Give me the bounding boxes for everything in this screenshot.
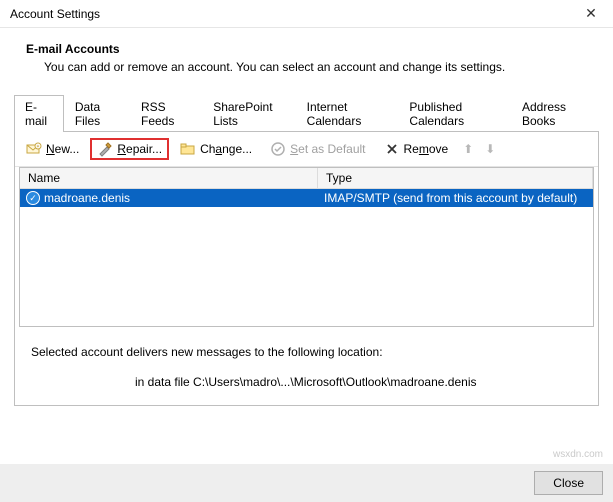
set-as-default-label: Set as Default xyxy=(290,142,365,156)
row-name-text: madroane.denis xyxy=(44,191,130,205)
column-name[interactable]: Name xyxy=(20,168,318,188)
new-mail-icon: ✶ xyxy=(26,141,42,157)
remove-x-icon xyxy=(384,141,400,157)
delivery-path: in data file C:\Users\madro\...\Microsof… xyxy=(15,363,598,405)
set-as-default-button[interactable]: Set as Default xyxy=(263,138,372,160)
change-folder-icon xyxy=(180,141,196,157)
delivery-info-label: Selected account delivers new messages t… xyxy=(15,335,598,363)
tab-address-books[interactable]: Address Books xyxy=(511,95,599,132)
tab-published-calendars[interactable]: Published Calendars xyxy=(398,95,511,132)
tabs-container: E-mail Data Files RSS Feeds SharePoint L… xyxy=(0,94,613,132)
move-up-button[interactable]: ⬆ xyxy=(459,142,477,156)
arrow-up-icon: ⬆ xyxy=(463,142,473,156)
column-type[interactable]: Type xyxy=(318,168,593,188)
tab-rss-feeds[interactable]: RSS Feeds xyxy=(130,95,202,132)
table-row[interactable]: ✓ madroane.denis IMAP/SMTP (send from th… xyxy=(20,189,593,207)
window-title: Account Settings xyxy=(10,7,100,21)
accounts-grid: Name Type ✓ madroane.denis IMAP/SMTP (se… xyxy=(19,167,594,327)
repair-label: Repair... xyxy=(117,142,162,156)
toolbar: ✶ New... Repair... Change... Set as Defa… xyxy=(15,132,598,167)
arrow-down-icon: ⬇ xyxy=(485,142,495,156)
repair-button[interactable]: Repair... xyxy=(90,138,169,160)
header-subtitle: You can add or remove an account. You ca… xyxy=(26,60,587,74)
grid-header: Name Type xyxy=(20,168,593,189)
new-label: New... xyxy=(46,142,79,156)
close-icon: ✕ xyxy=(585,5,597,22)
tabs: E-mail Data Files RSS Feeds SharePoint L… xyxy=(14,94,599,132)
header-title: E-mail Accounts xyxy=(26,42,587,56)
repair-tools-icon xyxy=(97,141,113,157)
change-button[interactable]: Change... xyxy=(173,138,259,160)
header: E-mail Accounts You can add or remove an… xyxy=(0,28,613,94)
row-name-cell: ✓ madroane.denis xyxy=(20,189,318,207)
watermark: wsxdn.com xyxy=(553,449,603,460)
window-close-button[interactable]: ✕ xyxy=(569,0,613,28)
remove-label: Remove xyxy=(404,142,449,156)
default-check-icon xyxy=(270,141,286,157)
tab-data-files[interactable]: Data Files xyxy=(64,95,130,132)
tab-sharepoint-lists[interactable]: SharePoint Lists xyxy=(202,95,295,132)
svg-text:✶: ✶ xyxy=(36,144,40,150)
content-panel: ✶ New... Repair... Change... Set as Defa… xyxy=(14,132,599,406)
footer: Close xyxy=(0,464,613,502)
row-type-cell: IMAP/SMTP (send from this account by def… xyxy=(318,189,593,207)
titlebar: Account Settings ✕ xyxy=(0,0,613,28)
close-button[interactable]: Close xyxy=(534,471,603,495)
tab-email[interactable]: E-mail xyxy=(14,95,64,132)
default-account-check-icon: ✓ xyxy=(26,191,40,205)
new-button[interactable]: ✶ New... xyxy=(19,138,86,160)
close-label: Close xyxy=(553,476,584,490)
move-down-button[interactable]: ⬇ xyxy=(481,142,499,156)
change-label: Change... xyxy=(200,142,252,156)
remove-button[interactable]: Remove xyxy=(377,138,456,160)
tab-internet-calendars[interactable]: Internet Calendars xyxy=(296,95,399,132)
